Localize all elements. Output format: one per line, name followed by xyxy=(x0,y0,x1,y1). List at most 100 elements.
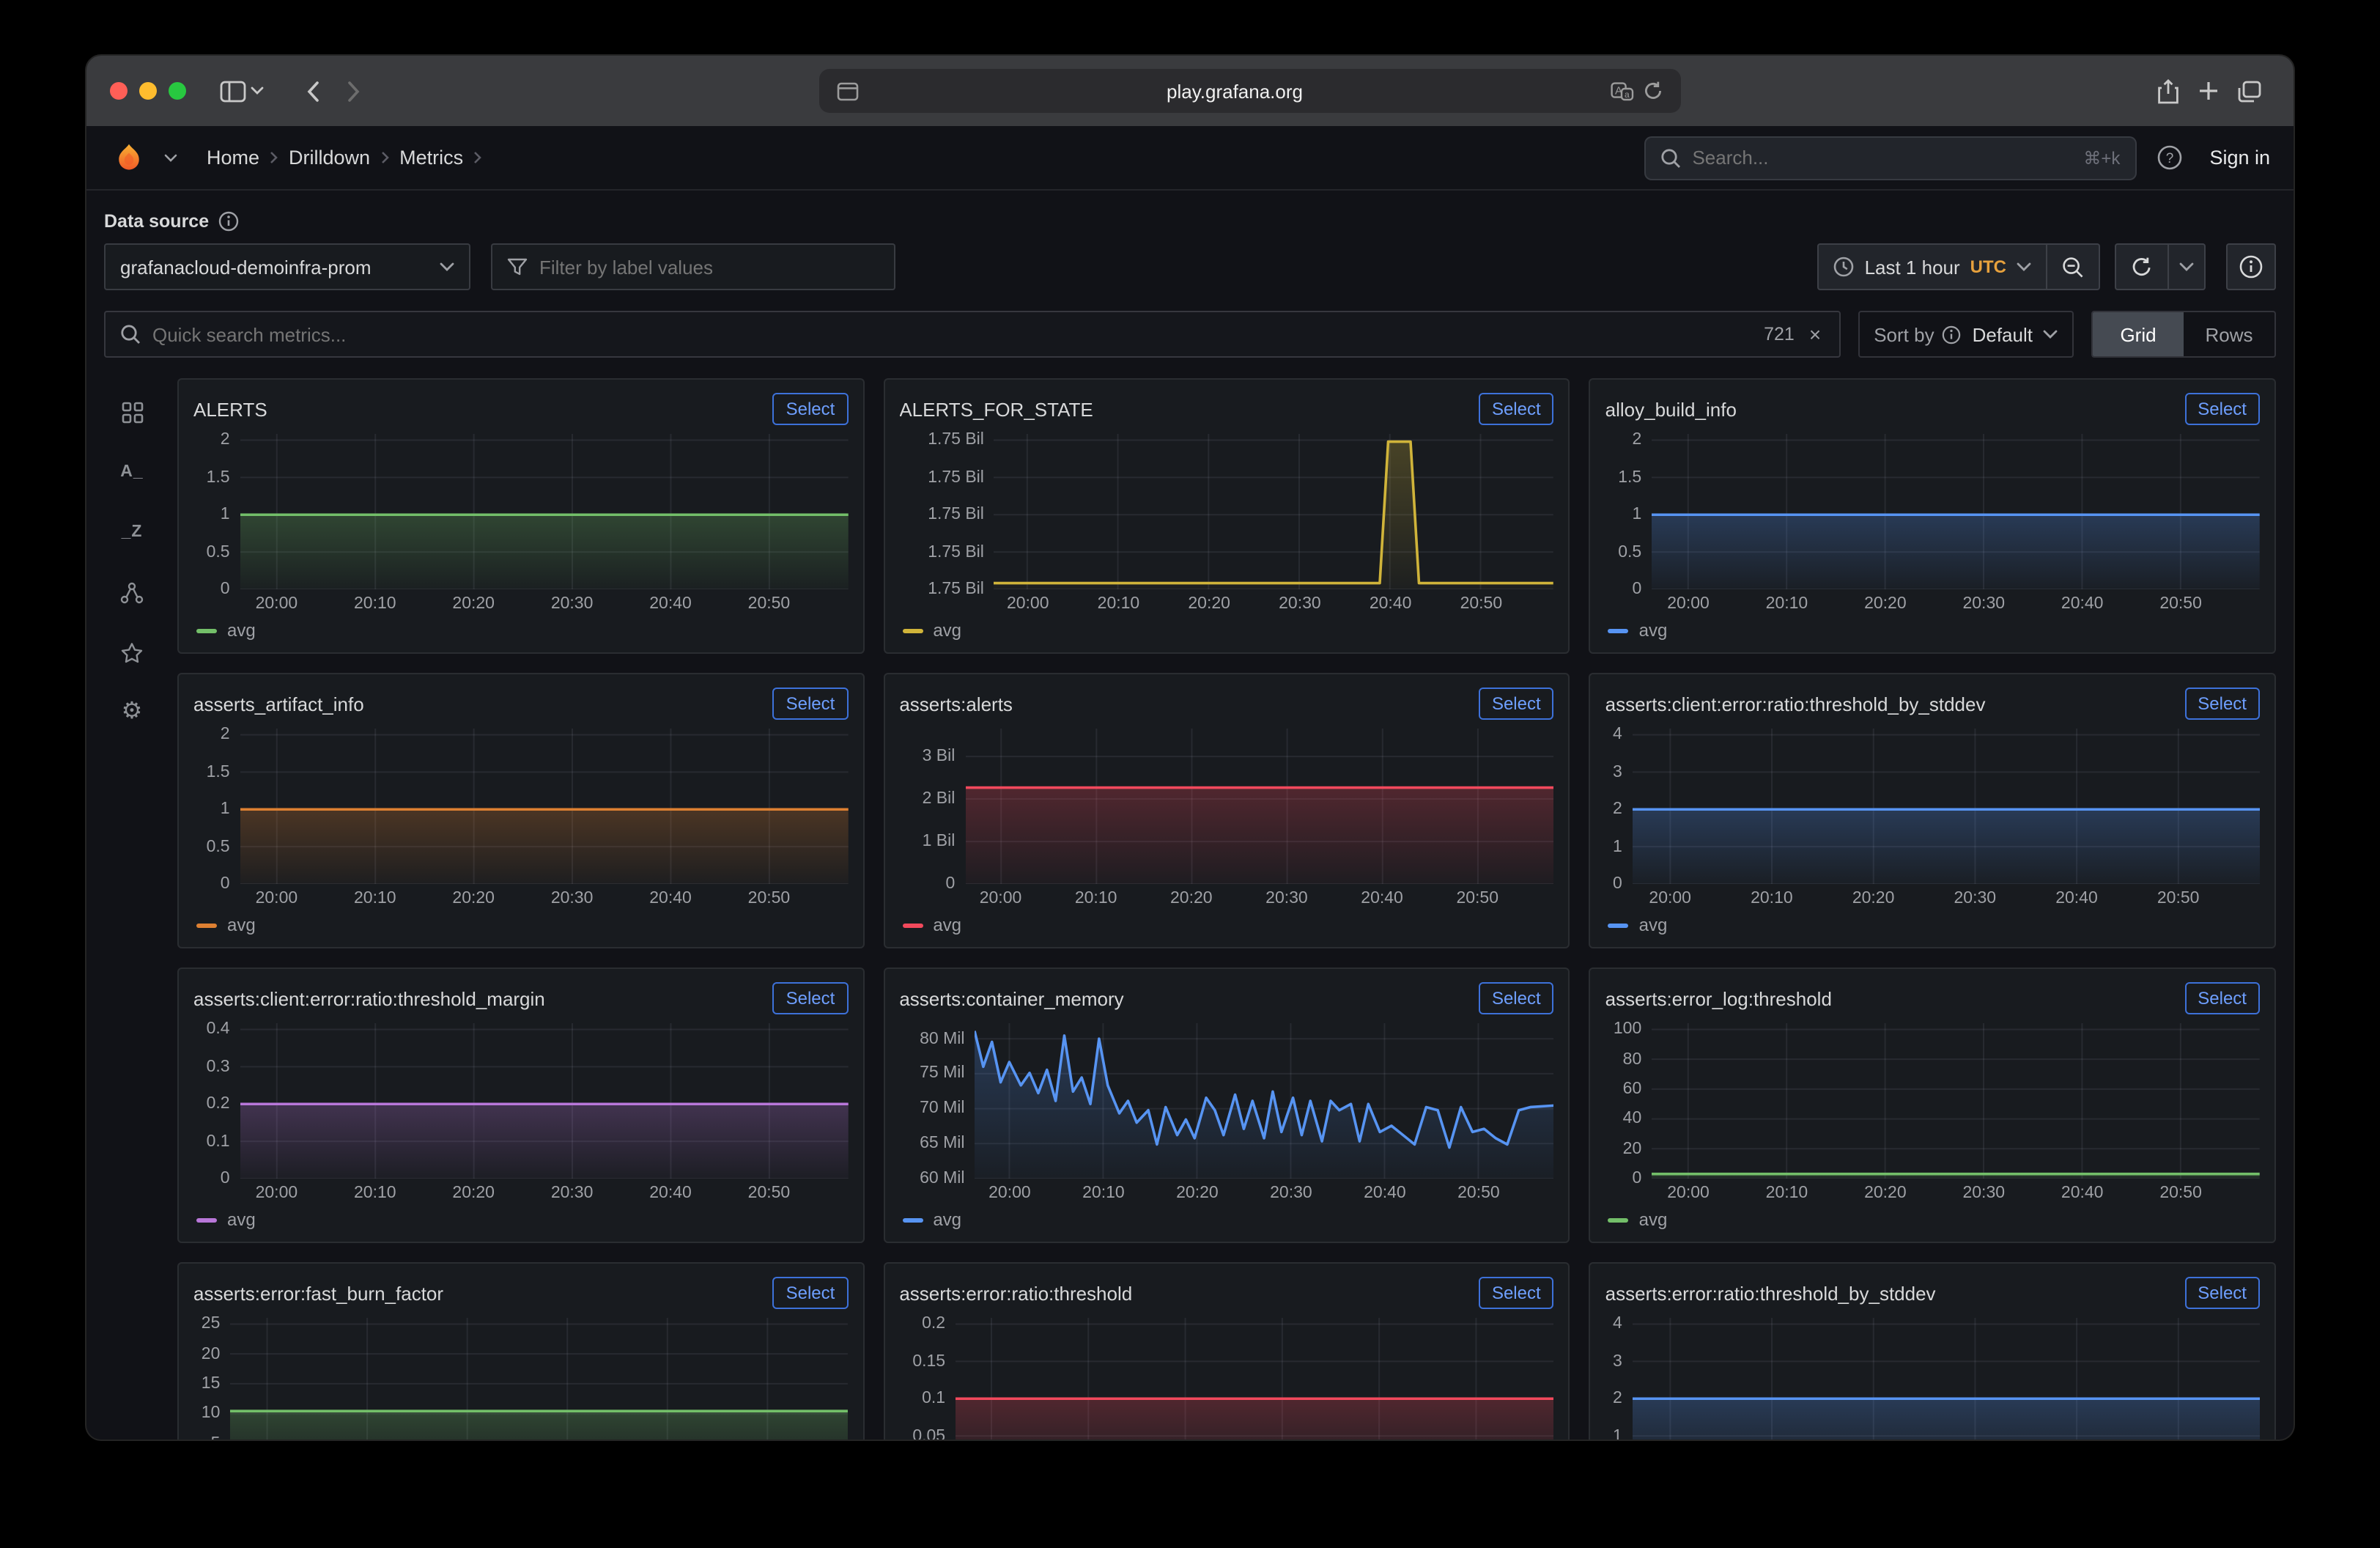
panel-select-button[interactable]: Select xyxy=(773,393,849,425)
browser-window: play.grafana.org Aa xyxy=(86,56,2294,1440)
app-info-button[interactable] xyxy=(2226,243,2276,290)
x-tick-label: 20:30 xyxy=(551,890,594,907)
minimize-button[interactable] xyxy=(139,82,157,100)
chart-plot[interactable] xyxy=(975,1023,1554,1179)
y-tick-label: 70 Mil xyxy=(920,1100,964,1118)
chart-plot[interactable] xyxy=(230,1318,848,1440)
panel-select-button[interactable]: Select xyxy=(773,688,849,720)
y-axis-labels: 100806040200 xyxy=(1605,1023,1652,1179)
y-tick-label: 1.5 xyxy=(1618,468,1641,486)
panel-select-button[interactable]: Select xyxy=(2184,982,2260,1014)
panel-select-button[interactable]: Select xyxy=(1479,982,1554,1014)
reload-icon[interactable] xyxy=(1638,81,1668,101)
settings-icon[interactable]: ⚙ xyxy=(116,699,148,726)
y-tick-label: 1 Bil xyxy=(923,833,956,850)
y-tick-label: 0.3 xyxy=(207,1058,230,1075)
sidebar-chevron-button[interactable] xyxy=(245,70,268,111)
x-tick-label: 20:20 xyxy=(1176,1184,1219,1202)
chart-plot[interactable] xyxy=(1652,434,2260,589)
panel-select-button[interactable]: Select xyxy=(2184,393,2260,425)
new-tab-button[interactable] xyxy=(2188,70,2229,111)
chart-plot[interactable] xyxy=(956,1318,1554,1440)
panel-title: ALERTS_FOR_STATE xyxy=(899,398,1093,420)
y-tick-label: 25 xyxy=(202,1316,221,1333)
related-metrics-icon[interactable] xyxy=(116,579,148,605)
grafana-logo[interactable] xyxy=(110,136,148,180)
x-tick-label: 20:50 xyxy=(748,1184,791,1202)
share-button[interactable] xyxy=(2147,70,2188,111)
breadcrumb-drilldown[interactable]: Drilldown xyxy=(289,147,370,169)
legend-series-label[interactable]: avg xyxy=(227,915,256,935)
panel-select-button[interactable]: Select xyxy=(773,1277,849,1309)
chart-plot[interactable] xyxy=(1652,1023,2260,1179)
breadcrumb-home[interactable]: Home xyxy=(207,147,259,169)
refresh-interval-button[interactable] xyxy=(2169,243,2206,290)
nav-search[interactable]: ⌘+k xyxy=(1644,136,2136,180)
all-metrics-icon[interactable] xyxy=(116,399,148,425)
panel-select-button[interactable]: Select xyxy=(1479,688,1554,720)
data-source-select[interactable]: grafanacloud-demoinfra-prom xyxy=(104,243,470,290)
legend-series-label[interactable]: avg xyxy=(1639,915,1668,935)
legend-series-label[interactable]: avg xyxy=(933,1209,961,1230)
refresh-button[interactable] xyxy=(2115,243,2169,290)
sign-in-link[interactable]: Sign in xyxy=(2209,147,2270,169)
y-tick-label: 20 xyxy=(202,1345,221,1363)
view-grid-button[interactable]: Grid xyxy=(2093,312,2184,356)
chart-plot[interactable] xyxy=(965,729,1553,884)
bookmarks-icon[interactable] xyxy=(116,639,148,666)
x-tick-label: 20:30 xyxy=(1279,595,1321,613)
chevron-down-icon xyxy=(250,86,263,95)
panel-select-button[interactable]: Select xyxy=(1479,393,1554,425)
sort-select[interactable]: Default xyxy=(1973,323,2058,345)
chart-legend: avg xyxy=(1605,616,2260,645)
chart-plot[interactable] xyxy=(240,729,849,884)
chart-legend: avg xyxy=(193,1205,848,1234)
legend-series-label[interactable]: avg xyxy=(933,915,961,935)
back-button[interactable] xyxy=(292,70,333,111)
alpha-asc-icon[interactable]: A_ xyxy=(116,459,148,485)
time-range-button[interactable]: Last 1 hour UTC xyxy=(1818,243,2047,290)
x-tick-label: 20:20 xyxy=(1864,595,1907,613)
help-button[interactable]: ? xyxy=(2148,136,2192,180)
url-text[interactable]: play.grafana.org xyxy=(863,80,1606,102)
quick-search-input[interactable] xyxy=(152,323,1752,345)
address-bar[interactable]: play.grafana.org Aa xyxy=(819,69,1681,113)
panel-select-button[interactable]: Select xyxy=(1479,1277,1554,1309)
metric-panel: alloy_build_info Select 21.510.50 20:002… xyxy=(1589,378,2276,654)
x-tick-label: 20:40 xyxy=(2061,595,2104,613)
legend-series-label[interactable]: avg xyxy=(933,620,961,641)
quick-search[interactable]: 721 × xyxy=(104,311,1840,358)
series-fill xyxy=(240,1104,849,1179)
chart-legend: avg xyxy=(899,616,1553,645)
zoom-out-button[interactable] xyxy=(2047,243,2100,290)
clear-search-button[interactable]: × xyxy=(1806,322,1824,346)
nav-search-input[interactable] xyxy=(1692,147,2072,169)
label-filter[interactable] xyxy=(491,243,895,290)
close-button[interactable] xyxy=(110,82,128,100)
legend-series-label[interactable]: avg xyxy=(227,620,256,641)
logo-chevron-button[interactable] xyxy=(160,136,180,180)
legend-series-label[interactable]: avg xyxy=(1639,620,1668,641)
chart-legend: avg xyxy=(193,616,848,645)
legend-series-label[interactable]: avg xyxy=(1639,1209,1668,1230)
legend-series-label[interactable]: avg xyxy=(227,1209,256,1230)
label-filter-input[interactable] xyxy=(539,256,879,278)
view-rows-button[interactable]: Rows xyxy=(2184,312,2274,356)
breadcrumb-separator-icon xyxy=(270,151,278,164)
panel-select-button[interactable]: Select xyxy=(773,982,849,1014)
alpha-desc-icon[interactable]: _Z xyxy=(116,519,148,545)
panel-select-button[interactable]: Select xyxy=(2184,1277,2260,1309)
chart-plot[interactable] xyxy=(1633,1318,2260,1440)
panel-select-button[interactable]: Select xyxy=(2184,688,2260,720)
chart-plot[interactable] xyxy=(994,434,1554,589)
chart-plot[interactable] xyxy=(1633,729,2260,884)
translate-icon[interactable]: Aa xyxy=(1606,81,1638,100)
chart-plot[interactable] xyxy=(240,1023,849,1179)
zoom-button[interactable] xyxy=(169,82,186,100)
breadcrumb-metrics[interactable]: Metrics xyxy=(399,147,463,169)
x-axis-labels: 20:0020:1020:2020:3020:4020:50 xyxy=(994,589,1554,616)
forward-button[interactable] xyxy=(333,70,374,111)
tab-overview-button[interactable] xyxy=(2229,70,2270,111)
y-tick-label: 100 xyxy=(1614,1021,1641,1039)
chart-plot[interactable] xyxy=(240,434,849,589)
